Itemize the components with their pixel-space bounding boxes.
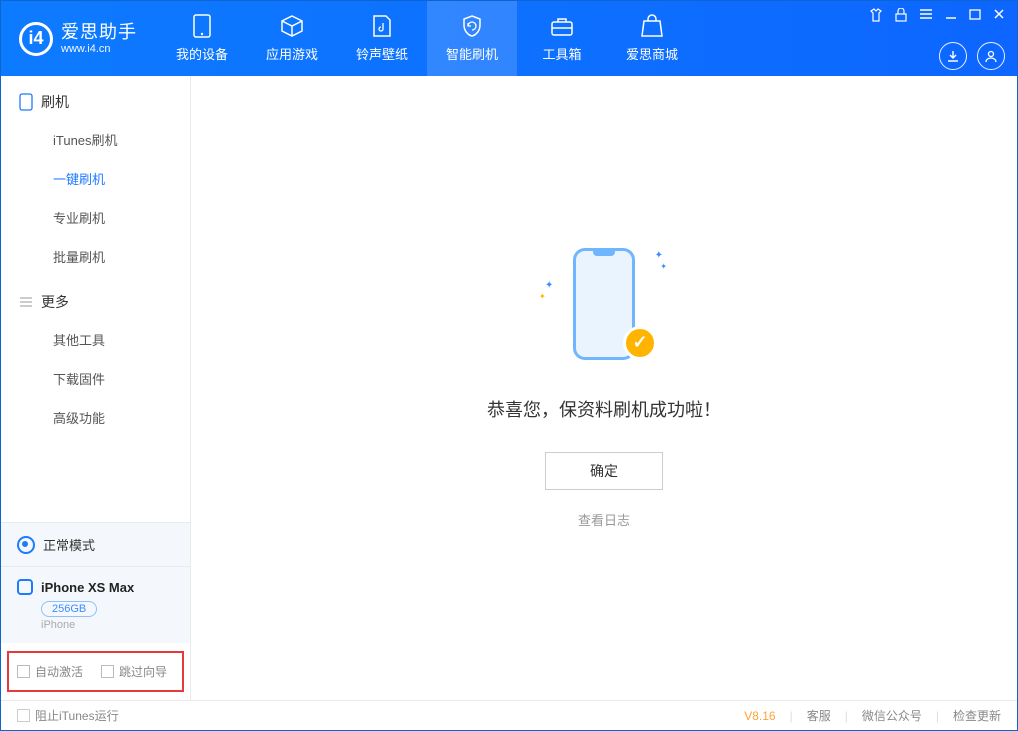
support-link[interactable]: 客服: [807, 707, 831, 724]
device-icon: [17, 579, 33, 595]
check-badge-icon: ✓: [623, 326, 657, 360]
sidebar-item-advanced[interactable]: 高级功能: [1, 398, 190, 437]
sparkle-icon: ✦: [539, 292, 546, 301]
options-highlight-box: 自动激活 跳过向导: [7, 651, 184, 692]
wechat-link[interactable]: 微信公众号: [862, 707, 922, 724]
device-name-text: iPhone XS Max: [41, 580, 134, 595]
skip-wizard-checkbox[interactable]: 跳过向导: [101, 663, 167, 680]
shirt-icon[interactable]: [869, 8, 883, 22]
nav-tab-device[interactable]: 我的设备: [157, 1, 247, 76]
app-header: i4 爱思助手 www.i4.cn 我的设备 应用游戏 铃声壁纸: [1, 1, 1017, 76]
toolbox-icon: [550, 14, 574, 38]
sidebar-item-download-firmware[interactable]: 下载固件: [1, 359, 190, 398]
success-illustration: ✦ ✦ ✦ ✦ ✓: [539, 248, 669, 368]
mode-text: 正常模式: [43, 535, 95, 554]
download-button[interactable]: [939, 42, 967, 70]
nav-label: 智能刷机: [446, 44, 498, 63]
device-small-icon: [19, 93, 33, 111]
section-title: 刷机: [41, 92, 69, 112]
capacity-badge: 256GB: [41, 601, 97, 617]
sidebar-item-pro-flash[interactable]: 专业刷机: [1, 198, 190, 237]
lock-icon[interactable]: [895, 8, 907, 22]
cube-icon: [280, 14, 304, 38]
sparkle-icon: ✦: [545, 280, 553, 291]
device-info-row[interactable]: iPhone XS Max 256GB iPhone: [1, 567, 190, 643]
nav-label: 爱思商城: [626, 44, 678, 63]
block-itunes-checkbox[interactable]: 阻止iTunes运行: [17, 707, 119, 724]
header-right: [869, 0, 1005, 78]
menu-icon[interactable]: [919, 8, 933, 22]
user-button[interactable]: [977, 42, 1005, 70]
maximize-icon[interactable]: [969, 8, 981, 22]
nav-label: 工具箱: [542, 44, 581, 63]
view-log-link[interactable]: 查看日志: [578, 510, 630, 529]
nav-label: 铃声壁纸: [356, 44, 408, 63]
sidebar-item-oneclick-flash[interactable]: 一键刷机: [1, 159, 190, 198]
nav-label: 我的设备: [176, 44, 228, 63]
nav-tab-ringtone[interactable]: 铃声壁纸: [337, 1, 427, 76]
nav-label: 应用游戏: [266, 44, 318, 63]
auto-activate-checkbox[interactable]: 自动激活: [17, 663, 83, 680]
sidebar-item-other-tools[interactable]: 其他工具: [1, 320, 190, 359]
sparkle-icon: ✦: [660, 262, 667, 271]
window-controls: [869, 8, 1005, 22]
list-icon: [19, 295, 33, 309]
device-mode-row[interactable]: 正常模式: [1, 523, 190, 567]
nav-tab-apps[interactable]: 应用游戏: [247, 1, 337, 76]
ok-button[interactable]: 确定: [545, 452, 663, 490]
footer-bar: 阻止iTunes运行 V8.16 | 客服 | 微信公众号 | 检查更新: [1, 700, 1017, 730]
nav-tab-store[interactable]: 爱思商城: [607, 1, 697, 76]
success-message: 恭喜您，保资料刷机成功啦！: [487, 396, 721, 422]
section-title: 更多: [41, 292, 69, 312]
minimize-icon[interactable]: [945, 8, 957, 22]
logo-text: 爱思助手 www.i4.cn: [61, 22, 137, 55]
logo-icon: i4: [19, 22, 53, 56]
sidebar-section-flash: 刷机: [1, 76, 190, 120]
check-update-link[interactable]: 检查更新: [953, 707, 1001, 724]
main-content: ✦ ✦ ✦ ✦ ✓ 恭喜您，保资料刷机成功啦！ 确定 查看日志: [191, 76, 1017, 700]
sparkle-icon: ✦: [655, 250, 663, 261]
sidebar-item-batch-flash[interactable]: 批量刷机: [1, 237, 190, 276]
close-icon[interactable]: [993, 8, 1005, 22]
music-file-icon: [370, 14, 394, 38]
version-text: V8.16: [744, 709, 775, 723]
sidebar-section-more: 更多: [1, 276, 190, 320]
app-name-en: www.i4.cn: [61, 43, 137, 56]
device-type: iPhone: [41, 619, 174, 631]
bag-icon: [640, 14, 664, 38]
sidebar: 刷机 iTunes刷机 一键刷机 专业刷机 批量刷机 更多 其他工具 下载固件 …: [1, 76, 191, 700]
phone-icon: [190, 14, 214, 38]
logo: i4 爱思助手 www.i4.cn: [19, 22, 137, 56]
nav-tab-toolbox[interactable]: 工具箱: [517, 1, 607, 76]
nav-tab-flash[interactable]: 智能刷机: [427, 1, 517, 76]
app-name-cn: 爱思助手: [61, 22, 137, 43]
nav-tabs: 我的设备 应用游戏 铃声壁纸 智能刷机 工具箱: [157, 1, 697, 76]
sidebar-item-itunes-flash[interactable]: iTunes刷机: [1, 120, 190, 159]
mode-icon: [17, 536, 35, 554]
shield-refresh-icon: [460, 14, 484, 38]
